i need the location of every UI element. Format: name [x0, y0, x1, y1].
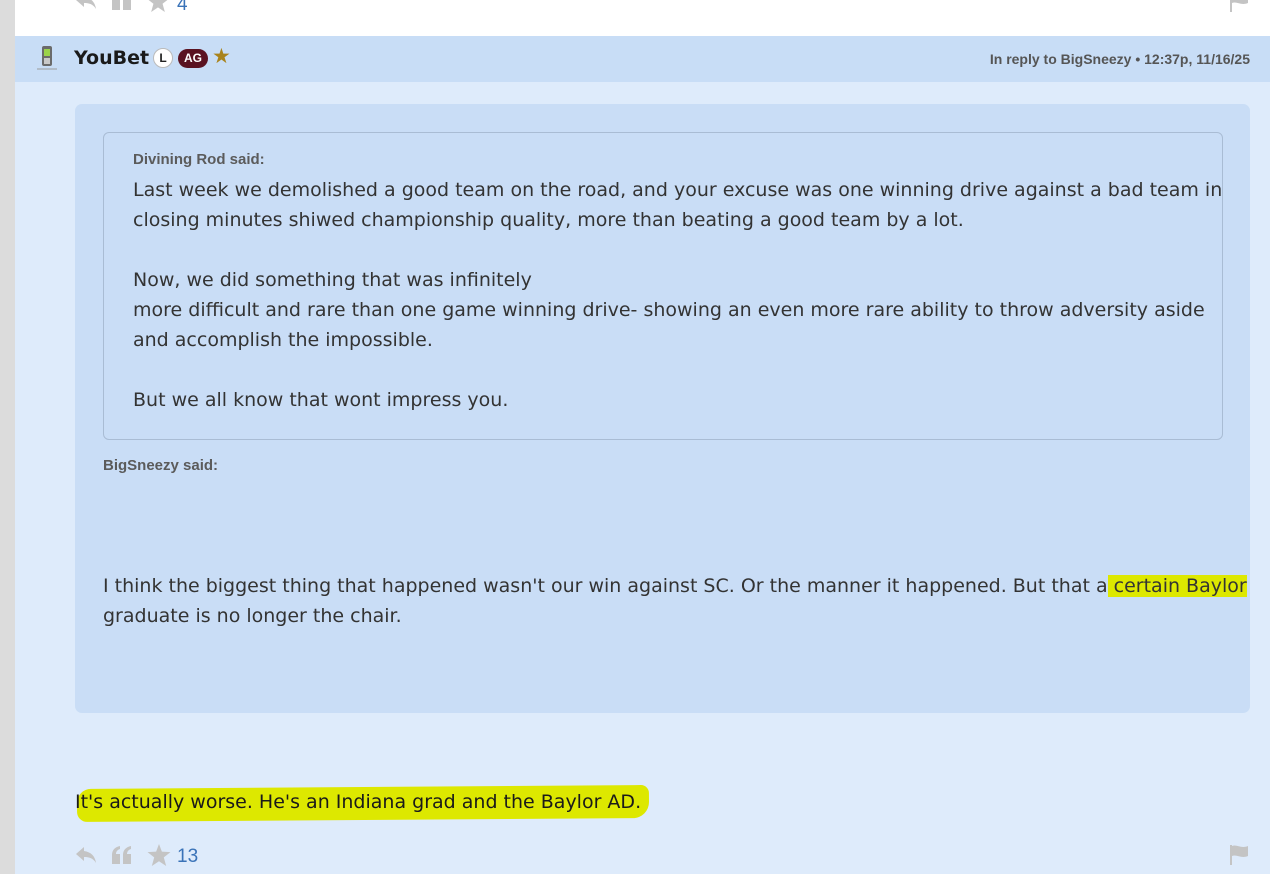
quote-icon[interactable] — [111, 845, 133, 865]
gold-star-icon: ★ — [212, 45, 231, 68]
quote-line: and accomplish the impossible. — [133, 329, 433, 351]
post-header: YouBet L AG ★ In reply to BigSneezy • 12… — [15, 36, 1270, 82]
quote-author[interactable]: BigSneezy said: — [103, 457, 218, 474]
thread-page: 4 YouBet L AG ★ In reply to BigSneezy • … — [15, 0, 1270, 874]
like-count[interactable]: 4 — [177, 0, 188, 16]
quote-line: Last week we demolished a good team on t… — [133, 179, 1223, 201]
inner-quote-block: Divining Rod said: Last week we demolish… — [103, 132, 1223, 440]
mobile-phone-icon — [37, 46, 57, 70]
reply-arrow-icon[interactable] — [75, 846, 97, 864]
reply-meta[interactable]: In reply to BigSneezy • 12:37p, 11/16/25 — [990, 51, 1250, 67]
previous-post-footer: 4 — [15, 0, 1270, 37]
reply-text: It's actually worse. He's an Indiana gra… — [75, 791, 642, 813]
quote-author[interactable]: Divining Rod said: — [133, 151, 265, 168]
like-count[interactable]: 13 — [177, 846, 198, 868]
outer-quote-block: Divining Rod said: Last week we demolish… — [75, 104, 1250, 713]
quote-text: I think the biggest thing that happened … — [103, 575, 1108, 597]
star-icon[interactable] — [147, 844, 171, 866]
star-icon[interactable] — [147, 0, 169, 12]
highlighted-text: certain Baylor — [1107, 575, 1247, 597]
badge-ag: AG — [178, 49, 208, 68]
username[interactable]: YouBet — [74, 47, 149, 69]
flag-icon[interactable] — [1229, 844, 1249, 866]
quote-line: Now, we did something that was infinitel… — [133, 269, 532, 291]
reply-arrow-icon[interactable] — [75, 0, 97, 10]
quote-line: I think the biggest thing that happened … — [103, 571, 1247, 601]
badge-l: L — [153, 48, 173, 68]
quote-line: more difficult and rare than one game wi… — [133, 299, 1205, 321]
flag-icon[interactable] — [1229, 0, 1249, 12]
quote-icon[interactable] — [111, 0, 133, 10]
quote-line: closing minutes shiwed championship qual… — [133, 209, 964, 231]
quote-line: graduate is no longer the chair. — [103, 605, 402, 627]
quote-line: But we all know that wont impress you. — [133, 389, 509, 411]
